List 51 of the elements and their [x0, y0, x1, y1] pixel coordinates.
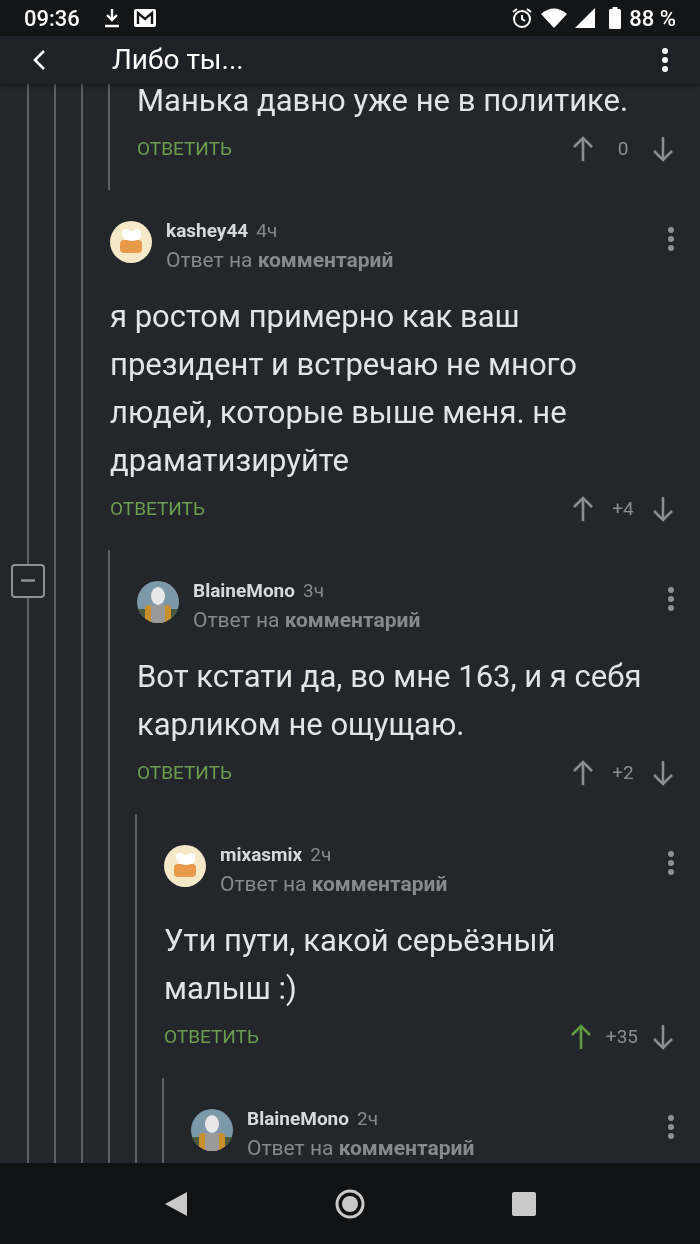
reply-to-link[interactable]: Ответ на комментарий [166, 245, 654, 275]
reply-to-link[interactable]: Ответ на комментарий [220, 869, 654, 899]
avatar-icon[interactable] [191, 1108, 233, 1151]
reply-button[interactable]: ОТВЕТИТЬ [137, 759, 232, 788]
back-icon[interactable] [32, 49, 46, 71]
battery-percent: 88 % [629, 4, 676, 33]
username[interactable]: BlaineMono [193, 576, 295, 605]
upvote-icon[interactable] [569, 1024, 592, 1051]
reply-button[interactable]: ОТВЕТИТЬ [110, 495, 205, 524]
downvote-icon[interactable] [652, 136, 674, 163]
recents-nav-icon[interactable] [511, 1190, 538, 1217]
username[interactable]: kashey44 [166, 216, 249, 245]
upvote-icon[interactable] [572, 496, 594, 523]
more-icon[interactable] [662, 48, 668, 72]
wifi-icon [541, 8, 568, 28]
reply-to-link[interactable]: Ответ на комментарий [193, 605, 654, 635]
status-time: 09:36 [24, 4, 80, 33]
collapse-button[interactable] [11, 563, 45, 598]
minus-icon [20, 579, 36, 582]
comment-time: 2ч [357, 1105, 378, 1132]
score: +2 [611, 760, 635, 786]
avatar-icon[interactable] [137, 580, 179, 623]
upvote-icon[interactable] [572, 760, 594, 787]
download-icon [103, 8, 120, 28]
comment-text: я ростом примерно как ваш президент и встречаю не много людей, которые выше меня. не драматизируйте [110, 297, 578, 481]
comment-time: 3ч [303, 577, 324, 604]
reply-button[interactable]: ОТВЕТИТЬ [137, 135, 232, 164]
score: +4 [611, 496, 635, 522]
comment-text: Манька давно уже не в политике. [137, 81, 630, 121]
downvote-icon[interactable] [652, 760, 674, 787]
reply-button[interactable]: ОТВЕТИТЬ [164, 1023, 259, 1052]
reply-to-link[interactable]: Ответ на комментарий [247, 1133, 654, 1163]
avatar-icon[interactable] [164, 844, 206, 887]
comment-time: 2ч [310, 841, 332, 868]
avatar-icon[interactable] [110, 220, 152, 263]
alarm-icon [511, 7, 534, 29]
downvote-icon[interactable] [652, 1024, 674, 1051]
mail-icon [133, 9, 156, 27]
comment-text: Вот кстати да, во мне 163, и я себя карликом не ощущаю. [137, 657, 643, 745]
downvote-icon[interactable] [652, 496, 674, 523]
comment-text: Ути пути, какой серьёзный малыш :) [164, 921, 557, 1009]
score: 0 [616, 136, 630, 162]
comment-time: 4ч [256, 217, 278, 244]
username[interactable]: mixasmix [220, 840, 303, 869]
signal-icon [575, 8, 596, 28]
username[interactable]: BlaineMono [247, 1104, 349, 1133]
app-title: Либо ты... [112, 42, 244, 78]
home-nav-icon[interactable] [334, 1187, 366, 1220]
upvote-icon[interactable] [572, 136, 594, 163]
score: +35 [605, 1024, 638, 1050]
battery-icon [609, 7, 622, 29]
